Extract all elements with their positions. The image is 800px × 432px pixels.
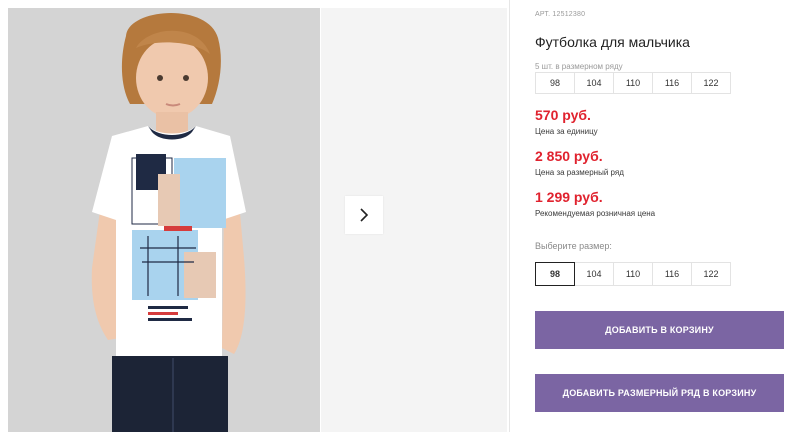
- add-size-set-to-cart-button[interactable]: ДОБАВИТЬ РАЗМЕРНЫЙ РЯД В КОРЗИНУ: [535, 374, 784, 412]
- chevron-right-icon: [360, 208, 369, 222]
- size-picker: 98 104 110 116 122: [535, 262, 731, 286]
- add-to-cart-button[interactable]: ДОБАВИТЬ В КОРЗИНУ: [535, 311, 784, 349]
- article-number: АРТ. 12512380: [535, 11, 586, 18]
- size-set-item: 104: [574, 72, 614, 94]
- product-title: Футболка для мальчика: [535, 34, 690, 50]
- size-option-98[interactable]: 98: [535, 262, 575, 286]
- retail-price-note: Рекомендуемая розничная цена: [535, 209, 656, 218]
- size-set-list: 98 104 110 116 122: [535, 72, 731, 94]
- choose-size-label: Выберите размер:: [535, 241, 612, 251]
- divider: [509, 0, 510, 432]
- product-gallery: [0, 0, 510, 432]
- size-set-item: 98: [535, 72, 575, 94]
- unit-price: 570 руб.: [535, 107, 591, 123]
- size-set-label: 5 шт. в размерном ряду: [535, 62, 623, 71]
- size-option-110[interactable]: 110: [613, 262, 653, 286]
- size-set-item: 122: [691, 72, 731, 94]
- product-photo: [8, 8, 320, 432]
- size-set-item: 110: [613, 72, 653, 94]
- size-option-116[interactable]: 116: [652, 262, 692, 286]
- boy-tshirt-photo: [8, 8, 320, 432]
- unit-price-note: Цена за единицу: [535, 127, 598, 136]
- retail-price: 1 299 руб.: [535, 189, 603, 205]
- size-option-122[interactable]: 122: [691, 262, 731, 286]
- size-option-104[interactable]: 104: [574, 262, 614, 286]
- gallery-next-button[interactable]: [345, 196, 383, 234]
- size-set-item: 116: [652, 72, 692, 94]
- set-price-note: Цена за размерный ряд: [535, 168, 624, 177]
- set-price: 2 850 руб.: [535, 148, 603, 164]
